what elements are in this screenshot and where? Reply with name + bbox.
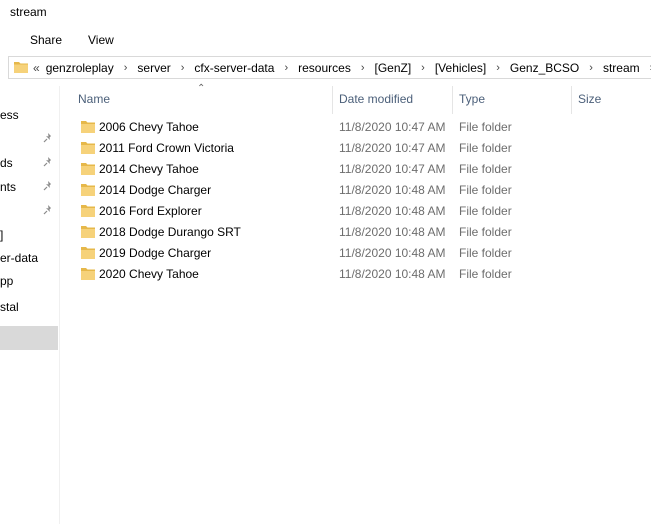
chevron-right-icon[interactable]: ›: [589, 62, 593, 74]
file-row[interactable]: 2018 Dodge Durango SRT 11/8/2020 10:48 A…: [61, 222, 651, 243]
file-list: 2006 Chevy Tahoe 11/8/2020 10:47 AM File…: [61, 117, 651, 285]
file-type: File folder: [459, 225, 512, 239]
chevron-right-icon[interactable]: ›: [284, 62, 288, 74]
file-name: 2014 Chevy Tahoe: [99, 162, 199, 176]
file-name: 2011 Ford Crown Victoria: [99, 141, 234, 155]
folder-icon: [81, 247, 95, 259]
file-row[interactable]: 2020 Chevy Tahoe 11/8/2020 10:48 AM File…: [61, 264, 651, 285]
file-type: File folder: [459, 267, 512, 281]
chevron-right-icon[interactable]: ›: [421, 62, 425, 74]
chevron-right-icon[interactable]: ›: [124, 62, 128, 74]
breadcrumb-item[interactable]: stream: [603, 61, 640, 75]
breadcrumb: « genzroleplay › server › cfx-server-dat…: [33, 57, 651, 78]
file-row[interactable]: 2011 Ford Crown Victoria 11/8/2020 10:47…: [61, 138, 651, 159]
breadcrumb-item[interactable]: resources: [298, 61, 351, 75]
file-date-modified: 11/8/2020 10:47 AM: [339, 141, 446, 155]
file-date-modified: 11/8/2020 10:48 AM: [339, 267, 446, 281]
folder-icon: [81, 226, 95, 238]
address-bar[interactable]: « genzroleplay › server › cfx-server-dat…: [8, 56, 651, 79]
file-type: File folder: [459, 183, 512, 197]
tab-view[interactable]: View: [88, 33, 114, 47]
nav-item-quick-access[interactable]: ess: [0, 108, 19, 122]
file-row[interactable]: 2014 Chevy Tahoe 11/8/2020 10:47 AM File…: [61, 159, 651, 180]
file-name: 2019 Dodge Charger: [99, 246, 212, 260]
pin-icon[interactable]: [42, 156, 54, 168]
file-row[interactable]: 2016 Ford Explorer 11/8/2020 10:48 AM Fi…: [61, 201, 651, 222]
file-row[interactable]: 2006 Chevy Tahoe 11/8/2020 10:47 AM File…: [61, 117, 651, 138]
title-bar: stream: [0, 0, 651, 26]
breadcrumb-item[interactable]: [Vehicles]: [435, 61, 486, 75]
folder-icon: [14, 62, 28, 73]
file-type: File folder: [459, 141, 512, 155]
breadcrumb-item[interactable]: [GenZ]: [374, 61, 411, 75]
file-name: 2020 Chevy Tahoe: [99, 267, 199, 281]
file-name: 2016 Ford Explorer: [99, 204, 202, 218]
breadcrumb-item[interactable]: server: [137, 61, 170, 75]
chevron-right-icon[interactable]: ›: [181, 62, 185, 74]
folder-icon: [81, 205, 95, 217]
navigation-pane: ess ds nts ] er-data pp stal: [0, 86, 58, 524]
pin-icon[interactable]: [42, 204, 54, 216]
file-date-modified: 11/8/2020 10:47 AM: [339, 120, 446, 134]
ribbon: Share View: [0, 26, 651, 52]
breadcrumb-item[interactable]: Genz_BCSO: [510, 61, 579, 75]
file-type: File folder: [459, 162, 512, 176]
folder-icon: [81, 121, 95, 133]
nav-item-folder[interactable]: pp: [0, 274, 13, 288]
pin-icon[interactable]: [42, 132, 54, 144]
column-header-type[interactable]: Type: [459, 92, 485, 106]
nav-item-downloads[interactable]: ds: [0, 156, 13, 170]
sort-ascending-icon: ⌃: [197, 83, 206, 94]
file-row[interactable]: 2019 Dodge Charger 11/8/2020 10:48 AM Fi…: [61, 243, 651, 264]
file-type: File folder: [459, 120, 512, 134]
folder-icon: [81, 268, 95, 280]
file-name: 2014 Dodge Charger: [99, 183, 212, 197]
breadcrumb-item[interactable]: cfx-server-data: [194, 61, 274, 75]
file-row[interactable]: 2014 Dodge Charger 11/8/2020 10:48 AM Fi…: [61, 180, 651, 201]
window-title: stream: [10, 5, 47, 19]
file-date-modified: 11/8/2020 10:48 AM: [339, 204, 446, 218]
nav-item-documents[interactable]: nts: [0, 180, 16, 194]
nav-item-folder[interactable]: ]: [0, 228, 3, 242]
column-header-size[interactable]: Size: [578, 92, 601, 106]
file-date-modified: 11/8/2020 10:48 AM: [339, 183, 446, 197]
file-date-modified: 11/8/2020 10:48 AM: [339, 225, 446, 239]
tab-share[interactable]: Share: [30, 33, 62, 47]
column-header-date-modified[interactable]: Date modified: [339, 92, 413, 106]
folder-icon: [81, 142, 95, 154]
breadcrumb-overflow-icon[interactable]: «: [33, 61, 40, 75]
column-headers: ⌃ Name Date modified Type Size: [61, 83, 651, 114]
nav-item-folder[interactable]: stal: [0, 300, 19, 314]
file-name: 2006 Chevy Tahoe: [99, 120, 199, 134]
breadcrumb-item[interactable]: genzroleplay: [46, 61, 114, 75]
folder-icon: [81, 184, 95, 196]
file-date-modified: 11/8/2020 10:48 AM: [339, 246, 446, 260]
column-header-name[interactable]: Name: [78, 92, 110, 106]
file-name: 2018 Dodge Durango SRT: [99, 225, 241, 239]
column-divider[interactable]: [332, 86, 333, 114]
file-date-modified: 11/8/2020 10:47 AM: [339, 162, 446, 176]
file-type: File folder: [459, 204, 512, 218]
chevron-right-icon[interactable]: ›: [496, 62, 500, 74]
folder-icon: [81, 163, 95, 175]
file-type: File folder: [459, 246, 512, 260]
chevron-right-icon[interactable]: ›: [361, 62, 365, 74]
nav-item-folder[interactable]: er-data: [0, 251, 38, 265]
column-divider[interactable]: [452, 86, 453, 114]
pin-icon[interactable]: [42, 180, 54, 192]
column-divider[interactable]: [571, 86, 572, 114]
pane-divider[interactable]: [59, 86, 60, 524]
nav-item-selected[interactable]: [0, 326, 58, 350]
